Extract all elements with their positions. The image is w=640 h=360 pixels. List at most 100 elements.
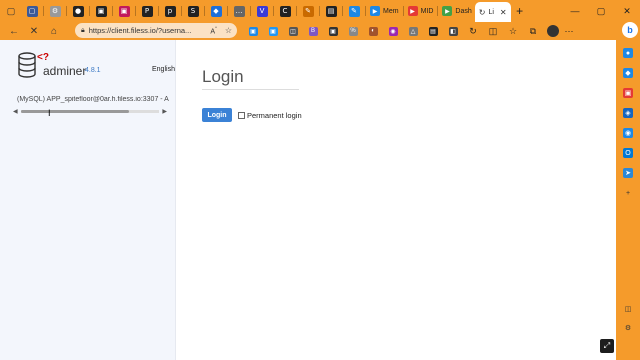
tab-separator: [365, 6, 366, 16]
vp-icon: V: [256, 5, 268, 17]
brand-name[interactable]: adminer: [43, 64, 86, 78]
tab-separator: [273, 6, 274, 16]
tab-label: MID: [420, 7, 434, 15]
minimize-button[interactable]: —: [562, 0, 588, 22]
maximize-button[interactable]: ▢: [588, 0, 614, 22]
scrollbar-thumb[interactable]: [21, 110, 129, 113]
page-title: Login: [202, 67, 244, 86]
logo-question-icon: <?: [37, 52, 49, 63]
favorites-icon[interactable]: ☆: [503, 23, 523, 39]
pinned-tab[interactable]: ▣: [92, 2, 110, 20]
add-icon[interactable]: +: [623, 188, 633, 198]
tab-separator: [181, 6, 182, 16]
discover-icon[interactable]: ◆: [623, 68, 633, 78]
send-icon[interactable]: ➤: [623, 168, 633, 178]
bing-copilot-icon[interactable]: b: [622, 22, 638, 38]
tab-separator: [89, 6, 90, 16]
address-bar[interactable]: 🔒︎ https://client.filess.io/?userna... A…: [75, 23, 237, 38]
pinned-tab[interactable]: ⚙: [46, 2, 64, 20]
pinned-tab[interactable]: ▢: [23, 2, 41, 20]
pinned-tab[interactable]: V: [253, 2, 271, 20]
games-icon[interactable]: ◉: [623, 128, 633, 138]
imdb-icon: ▣: [95, 5, 107, 17]
browser-toolbar: ← ✕ ⌂ 🔒︎ https://client.filess.io/?usern…: [0, 22, 640, 40]
more-menu-icon[interactable]: ⋯: [559, 23, 579, 39]
extension-icon[interactable]: B: [303, 23, 323, 39]
home-button[interactable]: ⌂: [44, 23, 64, 39]
extension-icon[interactable]: ▣: [243, 23, 263, 39]
youtube-icon: ▶: [407, 6, 418, 16]
pinned-tab[interactable]: ▣: [115, 2, 133, 20]
pinned-tab[interactable]: C: [276, 2, 294, 20]
browser-tab[interactable]: ▶ MID: [405, 2, 437, 20]
pinned-tab[interactable]: ◆: [207, 2, 225, 20]
browser-tab[interactable]: ▶ Mem: [367, 2, 402, 20]
extension-icon[interactable]: ▤: [423, 23, 443, 39]
loading-icon: ↻: [478, 7, 486, 17]
browser-tabstrip: ▢ ▢ ⚙ ● ▣ ▣ Pp S ◆… V C ✎ ▤ ✎ ▶ Mem ▶ MID ▶ Dash ↻ Li ✕ +…: [0, 0, 640, 22]
split-screen-icon[interactable]: ◫: [483, 23, 503, 39]
close-window-button[interactable]: ✕: [614, 0, 640, 22]
scroll-right-icon[interactable]: ▶: [162, 108, 167, 115]
close-icon[interactable]: ✕: [500, 8, 507, 17]
extension-icon[interactable]: △: [403, 23, 423, 39]
tab-separator: [43, 6, 44, 16]
tab-separator: [66, 6, 67, 16]
extension-icon[interactable]: ▣: [263, 23, 283, 39]
database-logo-icon: [18, 52, 36, 78]
pinned-tab[interactable]: ●: [69, 2, 87, 20]
version-link[interactable]: 4.8.1: [85, 67, 101, 74]
pinned-tab[interactable]: P: [138, 2, 156, 20]
extension-icon[interactable]: ◉: [383, 23, 403, 39]
settings-gear-icon[interactable]: ⚙: [623, 323, 633, 333]
favorite-star-icon[interactable]: ☆: [225, 26, 232, 35]
sidebar-toggle-icon[interactable]: ◫: [623, 304, 633, 314]
pinned-tab[interactable]: ✎: [345, 2, 363, 20]
toolbox-icon[interactable]: ▣: [623, 88, 633, 98]
read-aloud-icon[interactable]: Aᐢ: [210, 26, 217, 35]
nf-icon: ▶: [370, 6, 380, 16]
tab-separator: [158, 6, 159, 16]
pinned-tab[interactable]: ✎: [299, 2, 317, 20]
active-tab[interactable]: ↻ Li ✕: [474, 2, 511, 22]
permanent-login-checkbox[interactable]: [238, 112, 245, 119]
profile-avatar[interactable]: [547, 25, 559, 37]
active-tab-label: Li: [488, 8, 494, 16]
tab-separator: [250, 6, 251, 16]
extension-icon[interactable]: ◫: [283, 23, 303, 39]
github-icon: ●: [72, 5, 84, 17]
shopping-icon[interactable]: ◈: [623, 108, 633, 118]
horizontal-scrollbar[interactable]: ◀ ▶: [13, 108, 167, 115]
pinned-tab[interactable]: …: [230, 2, 248, 20]
pinned-tab[interactable]: S: [184, 2, 202, 20]
pinned-tab[interactable]: p: [161, 2, 179, 20]
window-menu-icon[interactable]: ▢: [4, 4, 18, 18]
permanent-login-option[interactable]: Permanent login: [238, 111, 302, 120]
tab-label: Mem: [383, 7, 399, 15]
pinned-tab[interactable]: ▤: [322, 2, 340, 20]
extension-icon[interactable]: %: [343, 23, 363, 39]
language-select[interactable]: English: [152, 66, 175, 73]
login-button[interactable]: Login: [202, 108, 232, 122]
extension-icon[interactable]: ◧: [443, 23, 463, 39]
refresh-icon[interactable]: ↻: [463, 23, 483, 39]
outlook-icon[interactable]: O: [623, 148, 633, 158]
new-tab-button[interactable]: +: [513, 4, 527, 18]
extension-icon[interactable]: ▣: [323, 23, 343, 39]
bell-icon[interactable]: ●: [623, 48, 633, 58]
tab-label: Dash: [455, 7, 472, 15]
fullscreen-toggle-icon[interactable]: ⤢: [600, 339, 614, 353]
tab-separator: [437, 6, 439, 16]
lock-icon: 🔒︎: [81, 26, 85, 34]
tab-separator: [204, 6, 205, 16]
pinterest-icon: P: [141, 5, 153, 17]
scrollbar-track[interactable]: [21, 110, 159, 113]
stop-button[interactable]: ✕: [24, 23, 44, 39]
text-cursor-icon: I: [48, 108, 51, 118]
scroll-left-icon[interactable]: ◀: [13, 108, 18, 115]
extension-icon[interactable]: ◐: [363, 23, 383, 39]
tv-icon: ▣: [118, 5, 130, 17]
browser-tab[interactable]: ▶ Dash: [439, 2, 474, 20]
back-button[interactable]: ←: [4, 23, 24, 39]
collections-icon[interactable]: ⧉: [523, 23, 543, 39]
